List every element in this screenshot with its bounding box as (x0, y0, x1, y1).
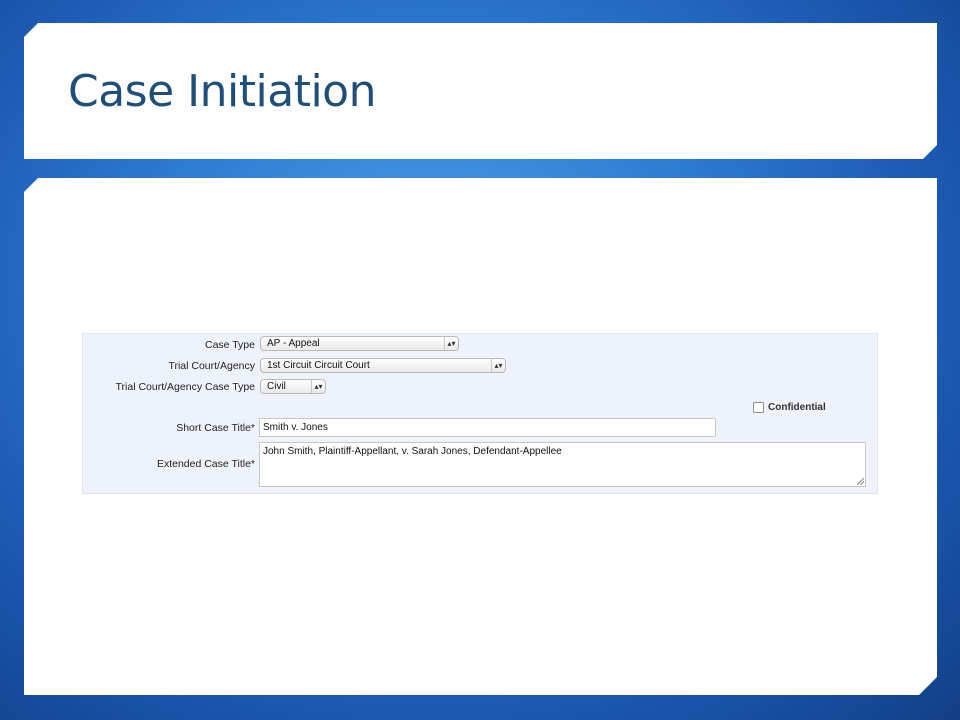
select-arrows-icon: ▴▾ (311, 380, 325, 393)
trial-case-type-value: Civil (267, 381, 286, 392)
short-title-input[interactable]: Smith v. Jones (259, 418, 716, 437)
short-title-label: Short Case Title* (176, 422, 255, 434)
confidential-checkbox[interactable] (753, 402, 764, 413)
case-type-label: Case Type (204, 339, 255, 351)
extended-title-label: Extended Case Title* (156, 458, 255, 470)
trial-case-type-select[interactable]: Civil ▴▾ (260, 379, 326, 394)
case-type-select[interactable]: AP - Appeal ▴▾ (260, 336, 459, 351)
trial-court-select[interactable]: 1st Circuit Circuit Court ▴▾ (260, 358, 506, 373)
extended-title-value: John Smith, Plaintiff-Appellant, v. Sara… (263, 446, 562, 457)
trial-court-value: 1st Circuit Circuit Court (267, 360, 370, 371)
case-initiation-form: Case Type AP - Appeal ▴▾ Trial Court/Age… (82, 333, 878, 494)
case-type-value: AP - Appeal (267, 338, 320, 349)
extended-title-textarea[interactable]: John Smith, Plaintiff-Appellant, v. Sara… (259, 442, 866, 487)
trial-court-label: Trial Court/Agency (168, 360, 255, 372)
slide-title: Case Initiation (68, 66, 376, 117)
content-panel: Case Type AP - Appeal ▴▾ Trial Court/Age… (24, 178, 937, 695)
select-arrows-icon: ▴▾ (444, 337, 458, 350)
trial-case-type-label: Trial Court/Agency Case Type (115, 381, 255, 393)
select-arrows-icon: ▴▾ (491, 359, 505, 372)
resize-handle-icon[interactable] (857, 478, 864, 485)
confidential-label: Confidential (768, 402, 826, 413)
